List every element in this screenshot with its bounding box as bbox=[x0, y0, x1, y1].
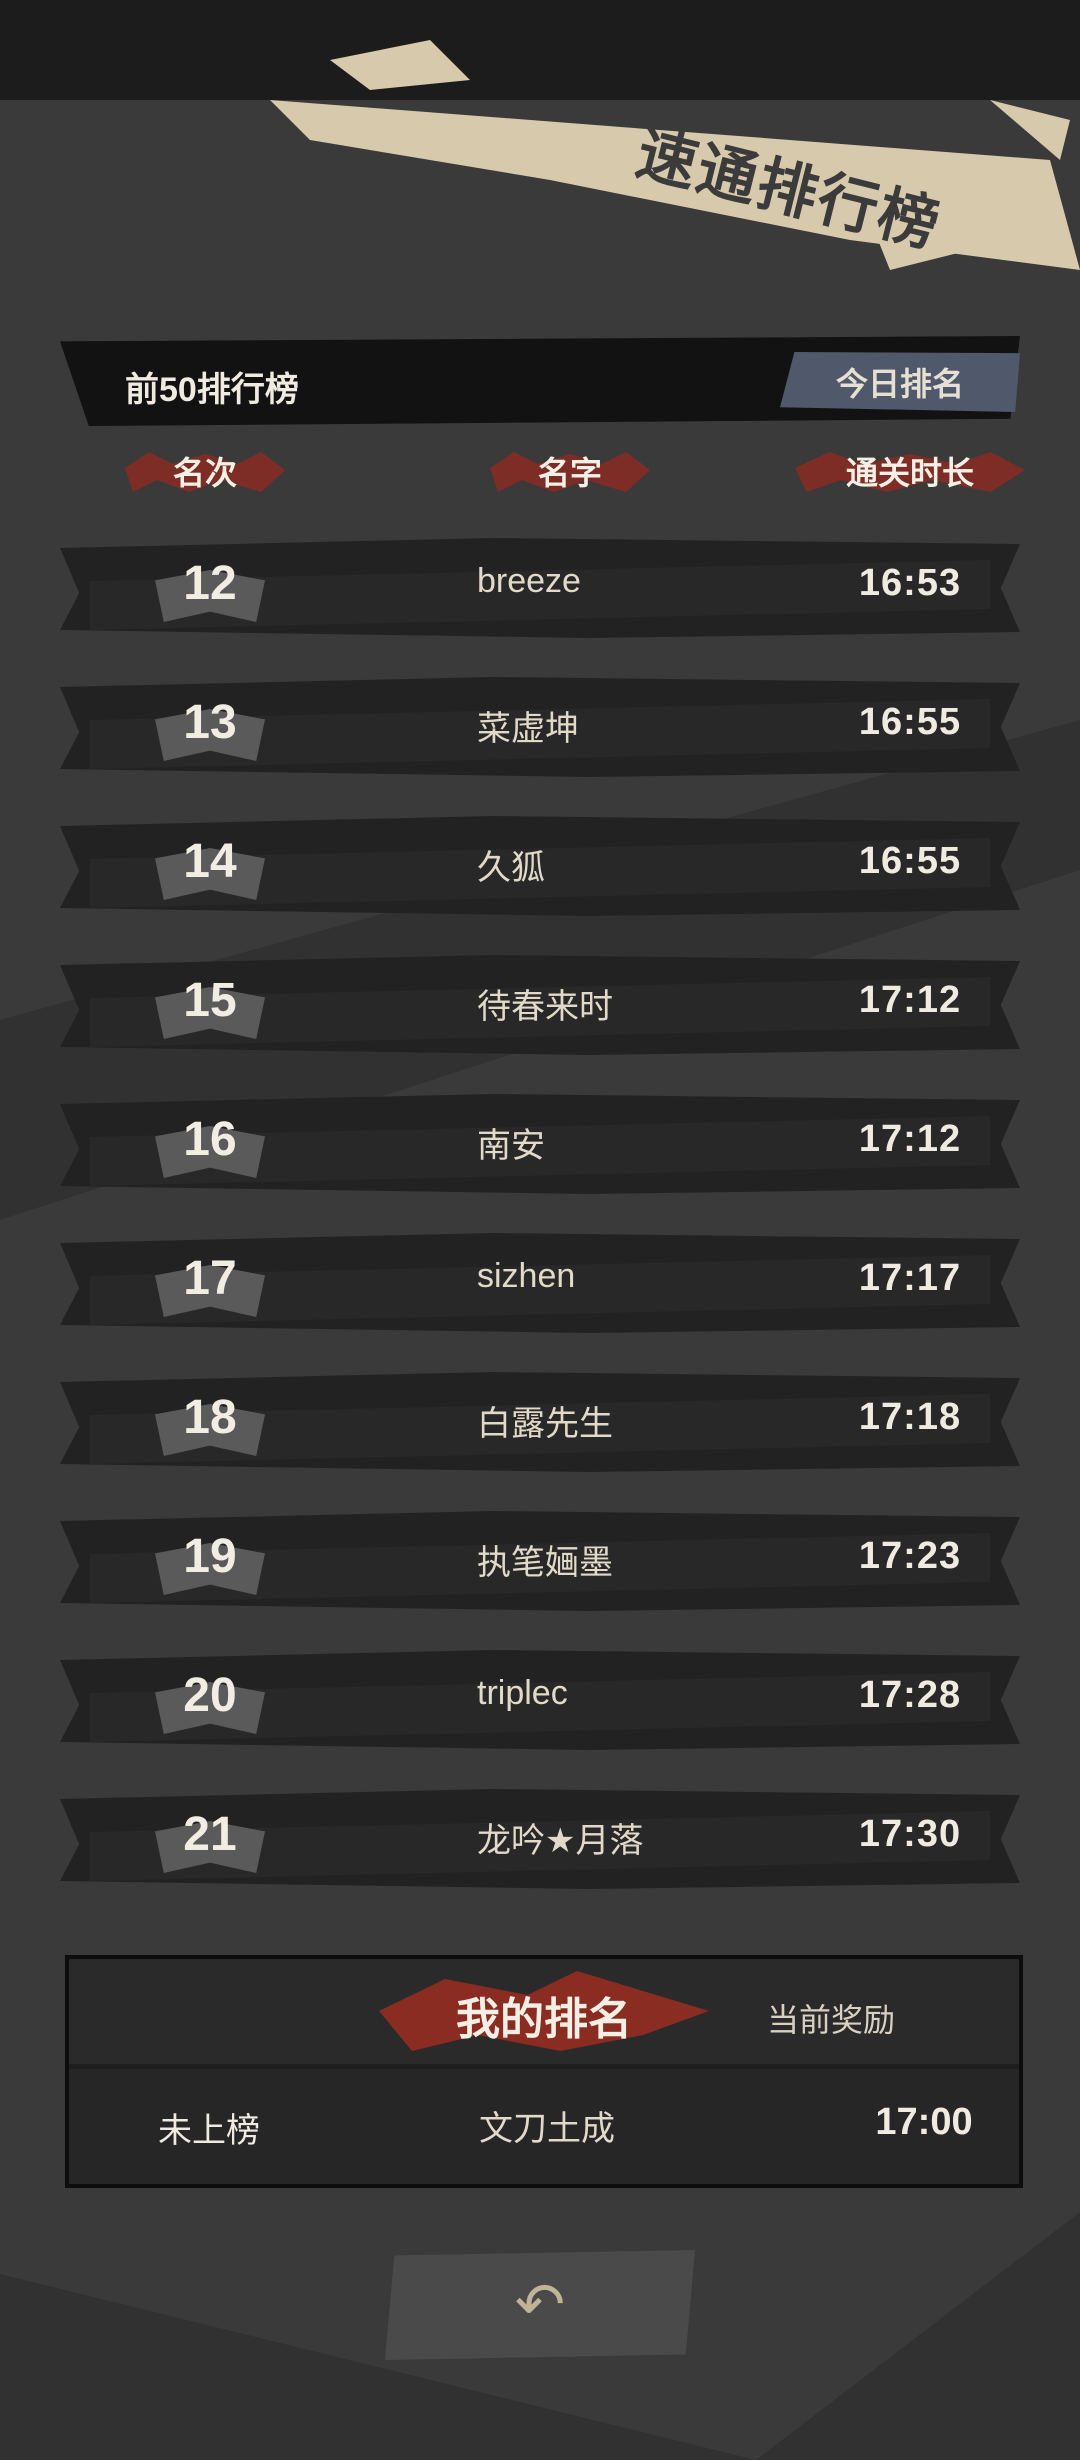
clear-time: 17:30 bbox=[858, 1813, 962, 1855]
player-name: 久狐 bbox=[477, 849, 545, 887]
player-name: sizhen bbox=[477, 1257, 576, 1295]
rank-number: 20 bbox=[183, 1669, 237, 1722]
subheader-title: 前50排行榜 bbox=[125, 371, 299, 409]
leaderboard-row: 12 breeze 16:53 bbox=[50, 530, 1030, 654]
column-header-rank: 名次 bbox=[125, 448, 285, 494]
leaderboard-row: 14 久狐 16:55 bbox=[50, 808, 1030, 932]
back-button[interactable]: ↶ bbox=[385, 2250, 695, 2360]
clear-time: 16:53 bbox=[858, 562, 962, 604]
player-name: 待春来时 bbox=[477, 988, 613, 1026]
back-arrow-icon: ↶ bbox=[514, 2271, 566, 2338]
clear-time: 17:17 bbox=[858, 1257, 962, 1299]
my-player-name: 文刀土成 bbox=[479, 2110, 615, 2148]
clear-time: 16:55 bbox=[858, 840, 962, 882]
my-rank-header: 我的排名 当前奖励 bbox=[69, 1959, 1019, 2064]
my-rank-status: 未上榜 bbox=[158, 2112, 260, 2150]
leaderboard-list[interactable]: 12 breeze 16:53 13 菜虚坤 16:55 14 久狐 16:55… bbox=[50, 530, 1030, 1950]
rank-number: 15 bbox=[183, 974, 237, 1027]
my-clear-time: 17:00 bbox=[875, 2101, 973, 2143]
player-name: 白露先生 bbox=[477, 1405, 613, 1443]
rank-number: 21 bbox=[183, 1808, 237, 1861]
my-rank-title: 我的排名 bbox=[456, 1995, 632, 2044]
leaderboard-row: 21 龙吟★月落 17:30 bbox=[50, 1781, 1030, 1905]
clear-time: 17:12 bbox=[858, 1118, 962, 1160]
today-rank-button[interactable]: 今日排名 bbox=[780, 352, 1020, 412]
leaderboard-row: 17 sizhen 17:17 bbox=[50, 1225, 1030, 1349]
player-name: 龙吟★月落 bbox=[477, 1822, 644, 1860]
leaderboard-row: 15 待春来时 17:12 bbox=[50, 947, 1030, 1071]
my-rank-panel: 我的排名 当前奖励 未上榜 文刀土成 17:00 bbox=[65, 1955, 1023, 2188]
player-name: breeze bbox=[477, 562, 581, 600]
column-header-time: 通关时长 bbox=[795, 448, 1025, 494]
rank-number: 13 bbox=[183, 696, 237, 749]
clear-time: 17:23 bbox=[858, 1535, 962, 1577]
player-name: triplec bbox=[477, 1674, 568, 1712]
rank-number: 19 bbox=[183, 1530, 237, 1583]
my-rank-row: 未上榜 文刀土成 17:00 bbox=[69, 2069, 1019, 2184]
rank-number: 17 bbox=[183, 1252, 237, 1305]
clear-time: 17:18 bbox=[858, 1396, 962, 1438]
rank-number: 12 bbox=[183, 557, 237, 610]
player-name: 执笔婳墨 bbox=[477, 1544, 613, 1582]
leaderboard-row: 16 南安 17:12 bbox=[50, 1086, 1030, 1210]
clear-time: 17:12 bbox=[858, 979, 962, 1021]
column-header-name: 名字 bbox=[490, 448, 650, 494]
leaderboard-row: 18 白露先生 17:18 bbox=[50, 1364, 1030, 1488]
clear-time: 16:55 bbox=[858, 701, 962, 743]
current-reward-link[interactable]: 当前奖励 bbox=[767, 1995, 895, 2041]
rank-number: 16 bbox=[183, 1113, 237, 1166]
player-name: 菜虚坤 bbox=[477, 710, 579, 748]
leaderboard-row: 13 菜虚坤 16:55 bbox=[50, 669, 1030, 793]
rank-number: 14 bbox=[183, 835, 237, 888]
leaderboard-row: 19 执笔婳墨 17:23 bbox=[50, 1503, 1030, 1627]
rank-number: 18 bbox=[183, 1391, 237, 1444]
player-name: 南安 bbox=[477, 1127, 545, 1165]
clear-time: 17:28 bbox=[858, 1674, 962, 1716]
leaderboard-row: 20 triplec 17:28 bbox=[50, 1642, 1030, 1766]
